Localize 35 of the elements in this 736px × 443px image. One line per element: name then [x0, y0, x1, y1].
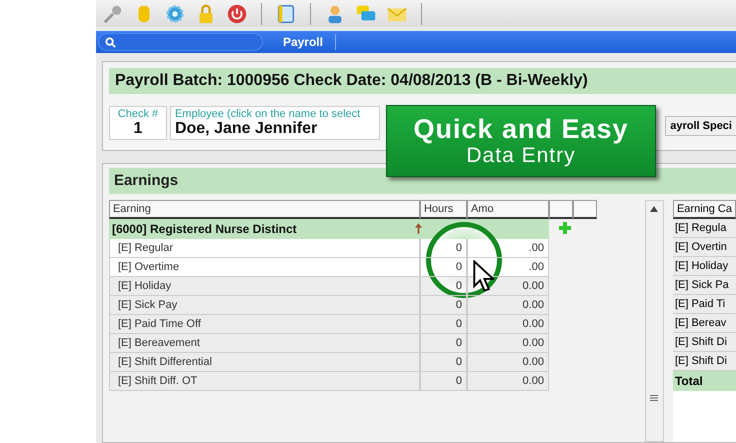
table-cell: [E] Shift Di	[672, 352, 736, 371]
payroll-tab[interactable]: Payroll	[282, 35, 323, 50]
banner-subtitle: Data Entry	[466, 144, 576, 168]
table-cell: [E] Shift Di	[672, 333, 736, 352]
gear-icon[interactable]	[164, 2, 186, 25]
batch-title: Payroll Batch: 1000956 Check Date: 04/08/2013 (B - Bi-Weekly)	[114, 72, 588, 89]
scrollbar[interactable]	[644, 200, 664, 442]
table-cell: [E] Holiday	[672, 257, 736, 276]
power-icon[interactable]	[226, 2, 248, 25]
grip-icon	[650, 395, 658, 401]
column-header[interactable]: Amo	[466, 200, 549, 219]
check-number-field[interactable]: Check # 1	[108, 106, 167, 140]
column-header[interactable]	[572, 200, 597, 219]
column-header[interactable]: Hours	[420, 200, 467, 219]
total-row: Total	[672, 371, 736, 391]
column-header[interactable]: Earning Ca	[672, 200, 736, 219]
search-icon	[104, 36, 116, 48]
table-cell: [E] Overtin	[672, 238, 736, 257]
column-header[interactable]: Earning	[108, 200, 420, 219]
table-cell[interactable]: 0	[420, 372, 467, 391]
arrow-icon	[414, 223, 422, 234]
earnings-title: Earnings	[114, 172, 178, 189]
banner-title: Quick and Easy	[413, 114, 629, 144]
column-header[interactable]	[548, 200, 573, 219]
table-cell: [E] Paid Ti	[672, 295, 736, 314]
table-cell: [E] Sick Pa	[672, 276, 736, 295]
scroll-up-icon[interactable]	[650, 206, 658, 212]
payroll-special-button[interactable]: ayroll Speci	[665, 116, 736, 136]
employee-field[interactable]: Employee (click on the name to select Doe, Jane Jennifer	[170, 106, 380, 140]
plus-icon[interactable]	[558, 222, 571, 234]
table-cell[interactable]: 0.00	[466, 372, 549, 391]
search-field[interactable]	[98, 33, 263, 52]
table-cell: [E] Bereav	[672, 314, 736, 333]
table-cell: [E] Shift Diff. OT	[108, 372, 420, 391]
table-cell: [E] Regula	[672, 219, 736, 238]
